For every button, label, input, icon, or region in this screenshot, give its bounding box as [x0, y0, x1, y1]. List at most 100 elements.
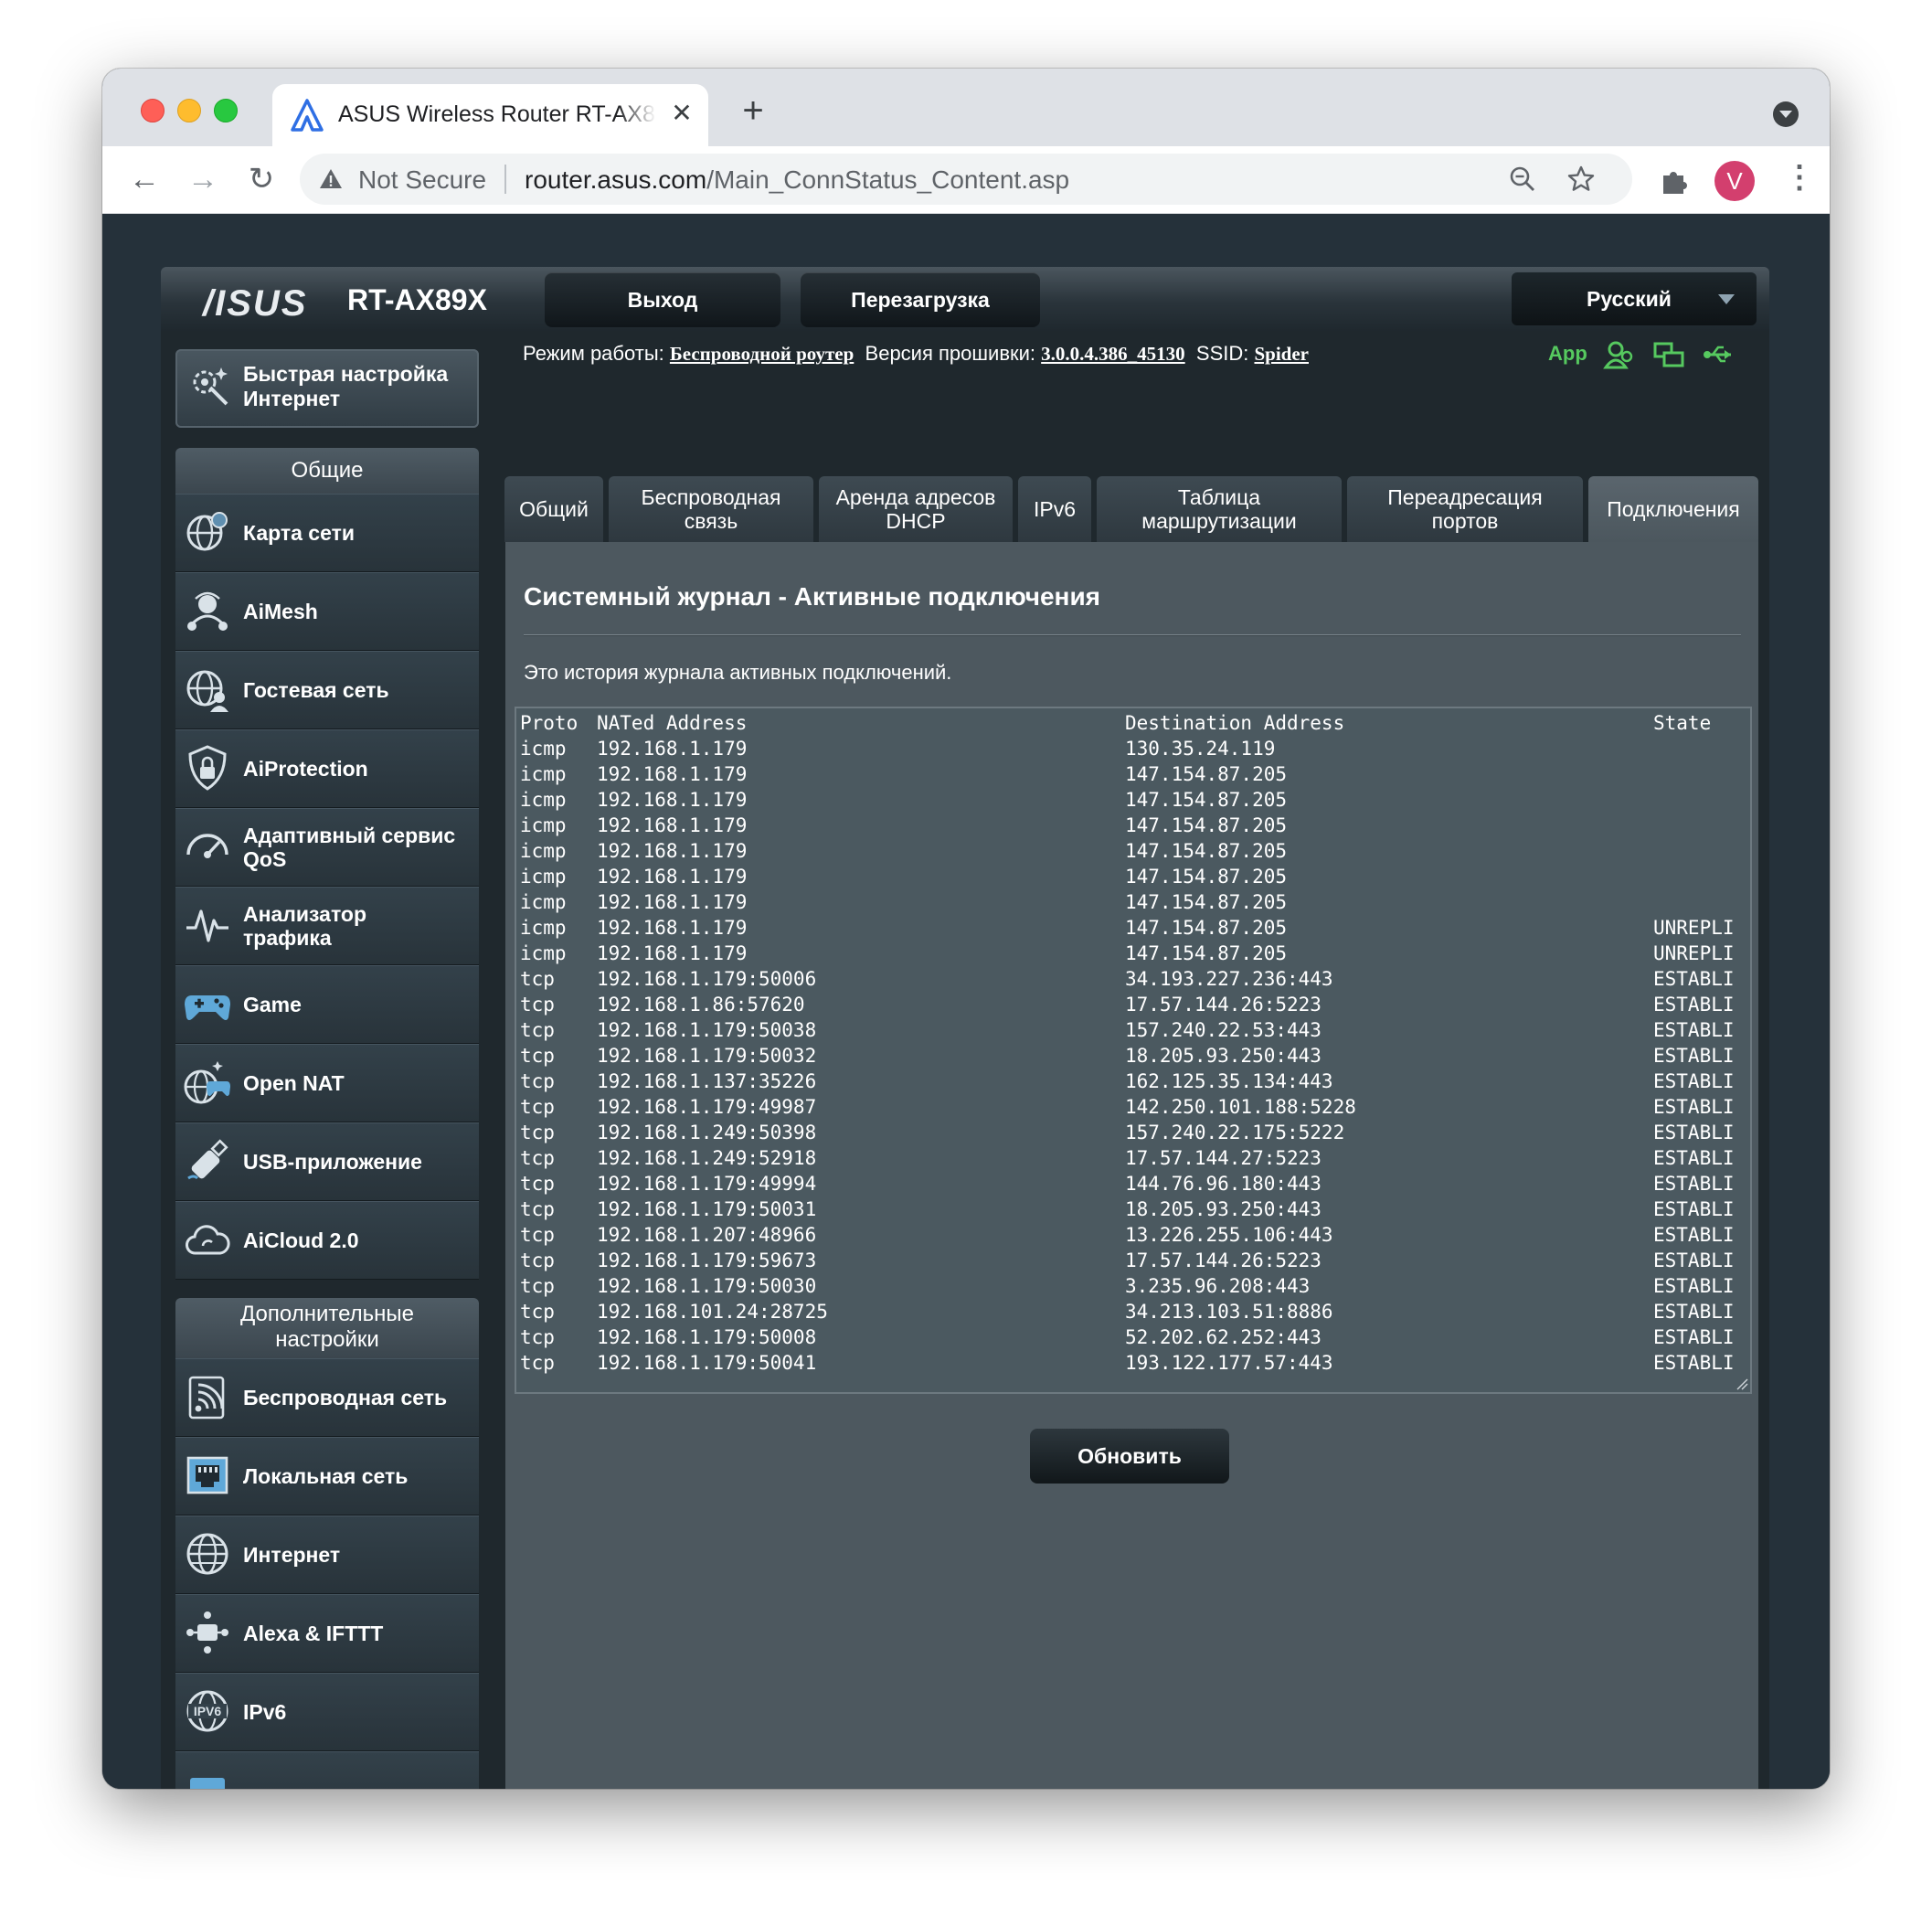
cell-proto: tcp [520, 1147, 555, 1169]
svg-text:IPV6: IPV6 [194, 1704, 222, 1718]
sidebar-label-traffic-analyzer-line2: трафика [243, 926, 332, 950]
general-section-header: Общие [175, 448, 479, 494]
cell-nated-address: 192.168.1.207:48966 [597, 1224, 817, 1246]
close-tab-icon[interactable]: ✕ [665, 97, 698, 130]
connection-log-textarea[interactable]: Proto NATed Address Destination Address … [515, 707, 1752, 1394]
app-link[interactable]: App [1548, 342, 1587, 366]
sidebar-label-adaptive-qos-line2: QoS [243, 847, 287, 871]
quick-internet-setup-button[interactable]: Быстрая настройка Интернет [175, 349, 479, 428]
sidebar-label-aicloud: AiCloud 2.0 [243, 1228, 359, 1252]
clients-user-icon[interactable] [1603, 338, 1636, 371]
cell-nated-address: 192.168.1.179 [597, 789, 748, 811]
forward-button[interactable]: → [183, 159, 223, 199]
tab-dhcp-leases[interactable]: Аренда адресов DHCP [819, 476, 1013, 542]
new-tab-button[interactable]: + [733, 92, 773, 133]
zoom-icon[interactable] [1508, 165, 1537, 194]
sidebar-item-guest-network[interactable]: Гостевая сеть [175, 651, 479, 729]
tab-port-forwarding[interactable]: Переадресация портов [1347, 476, 1583, 542]
bookmark-star-icon[interactable] [1566, 165, 1596, 194]
cell-destination: 147.154.87.205 [1125, 866, 1288, 888]
log-header-row: Proto NATed Address Destination Address … [520, 710, 1711, 736]
sidebar-item-wireless[interactable]: Беспроводная сеть [175, 1358, 479, 1437]
cell-proto: tcp [520, 1122, 555, 1143]
cell-state: ESTABLI [1653, 1326, 1735, 1348]
sidebar-item-usb-application[interactable]: USB-приложение [175, 1122, 479, 1201]
asus-favicon-icon [291, 99, 324, 132]
maximize-window-button[interactable] [214, 99, 238, 122]
cell-proto: icmp [520, 738, 567, 760]
cell-nated-address: 192.168.1.179:50032 [597, 1045, 817, 1067]
ssid-link[interactable]: Spider [1254, 343, 1309, 365]
cell-proto: icmp [520, 891, 567, 913]
reboot-button[interactable]: Перезагрузка [801, 272, 1040, 327]
tab-routing-label: Таблица [1177, 485, 1261, 509]
address-bar[interactable]: Not Secure router.asus.com/Main_ConnStat… [300, 154, 1632, 205]
firmware-link[interactable]: 3.0.0.4.386_45130 [1041, 343, 1185, 365]
logout-button[interactable]: Выход [545, 272, 780, 327]
cell-nated-address: 192.168.1.179 [597, 917, 748, 939]
sidebar-item-traffic-analyzer[interactable]: Анализатор трафика [175, 887, 479, 965]
sidebar-item-lan[interactable]: Локальная сеть [175, 1437, 479, 1516]
sidebar-item-open-nat[interactable]: Open NAT [175, 1044, 479, 1122]
back-button[interactable]: ← [124, 159, 165, 199]
profile-avatar[interactable]: V [1714, 161, 1755, 201]
cell-state: ESTABLI [1653, 1122, 1735, 1143]
tab-routing-table[interactable]: Таблица маршрутизации [1097, 476, 1342, 542]
tab-ipv6[interactable]: IPv6 [1018, 476, 1091, 542]
cell-destination: 147.154.87.205 [1125, 789, 1288, 811]
mode-link[interactable]: Беспроводной роутер [670, 343, 854, 365]
cell-state: ESTABLI [1653, 1275, 1735, 1297]
chevron-down-icon [1718, 294, 1735, 304]
cell-proto: tcp [520, 1045, 555, 1067]
reload-button[interactable]: ↻ [241, 159, 281, 199]
close-window-button[interactable] [141, 99, 165, 122]
cell-destination: 52.202.62.252:443 [1125, 1326, 1322, 1348]
network-status-icon[interactable] [1652, 338, 1685, 371]
cell-nated-address: 192.168.1.137:35226 [597, 1070, 817, 1092]
sidebar-label-guest-network: Гостевая сеть [243, 678, 389, 702]
sidebar-item-internet[interactable]: Интернет [175, 1516, 479, 1594]
tab-search-icon[interactable] [1773, 101, 1799, 127]
sidebar-item-aiprotection[interactable]: AiProtection [175, 729, 479, 808]
sidebar-label-alexa-ifttt: Alexa & IFTTT [243, 1622, 384, 1645]
cell-destination: 147.154.87.205 [1125, 891, 1288, 913]
cell-proto: tcp [520, 1173, 555, 1195]
browser-tab-active[interactable]: ASUS Wireless Router RT-AX89X ✕ [272, 84, 708, 146]
sidebar-item-aicloud[interactable]: AiCloud 2.0 [175, 1201, 479, 1280]
cell-destination: 17.57.144.26:5223 [1125, 1250, 1322, 1271]
sidebar-item-network-map[interactable]: Карта сети [175, 494, 479, 572]
tab-general[interactable]: Общий [504, 476, 603, 542]
minimize-window-button[interactable] [177, 99, 201, 122]
sidebar-item-game[interactable]: Game [175, 965, 479, 1044]
sidebar-item-aimesh[interactable]: AiMesh [175, 572, 479, 651]
sidebar-item-ipv6[interactable]: IPV6 IPv6 [175, 1673, 479, 1751]
sidebar-item-adaptive-qos[interactable]: Адаптивный сервис QoS [175, 808, 479, 887]
sidebar-more-icon [190, 1778, 225, 1789]
advanced-section-header: Дополнительные настройки [175, 1298, 479, 1358]
resize-grip-icon[interactable] [1734, 1376, 1748, 1390]
traffic-analyzer-icon [186, 909, 228, 942]
lan-port-icon [186, 1456, 228, 1494]
url-separator [504, 165, 506, 194]
tab-connections[interactable]: Подключения [1588, 476, 1758, 542]
usb-status-icon[interactable] [1702, 338, 1735, 371]
cell-proto: tcp [520, 968, 555, 990]
cell-destination: 130.35.24.119 [1125, 738, 1276, 760]
tab-connections-label: Подключения [1607, 497, 1740, 521]
cell-destination: 157.240.22.175:5222 [1125, 1122, 1345, 1143]
tab-wireless[interactable]: Беспроводная связь [609, 476, 813, 542]
sidebar-item-alexa-ifttt[interactable]: Alexa & IFTTT [175, 1594, 479, 1673]
cell-nated-address: 192.168.1.179:50041 [597, 1352, 817, 1374]
cell-nated-address: 192.168.1.179:49987 [597, 1096, 817, 1118]
network-map-globe-icon [186, 512, 228, 551]
refresh-button[interactable]: Обновить [1030, 1429, 1229, 1484]
extensions-icon[interactable] [1658, 165, 1691, 197]
cell-destination: 147.154.87.205 [1125, 763, 1288, 785]
url-text[interactable]: router.asus.com/Main_ConnStatus_Content.… [525, 165, 1069, 195]
usb-drive-icon [187, 1139, 228, 1180]
language-select[interactable]: Русский [1512, 272, 1757, 325]
not-secure-label[interactable]: Not Secure [358, 165, 486, 195]
sidebar-item-more[interactable] [175, 1751, 479, 1789]
cell-destination: 144.76.96.180:443 [1125, 1173, 1322, 1195]
browser-menu-icon[interactable]: ⋮ [1784, 159, 1815, 201]
